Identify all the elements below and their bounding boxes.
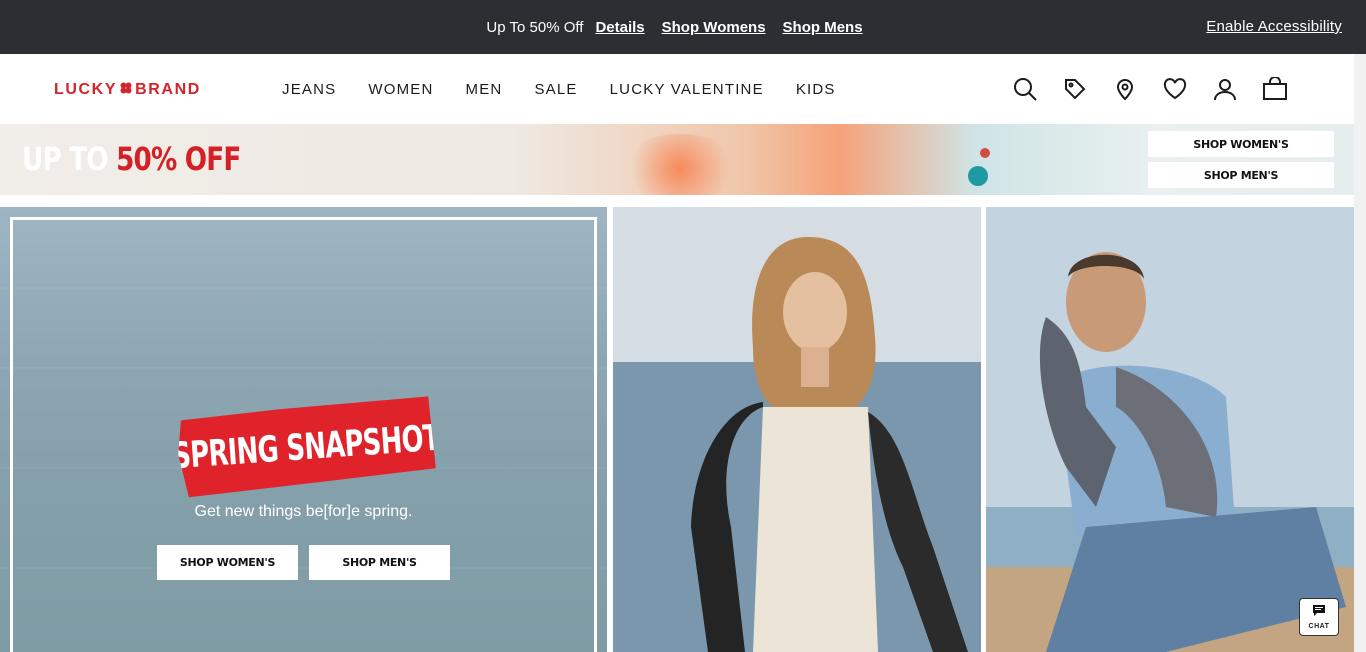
- announcement-bar: Up To 50% Off Details Shop Womens Shop M…: [0, 0, 1366, 54]
- tag-icon[interactable]: [1050, 74, 1100, 104]
- hero-tagline: Get new things be[for]e spring.: [194, 503, 413, 520]
- site-header: LUCKY BRAND JEANS WOMEN MEN SALE LUCKY V…: [0, 54, 1354, 124]
- shopping-bag-icon[interactable]: [1250, 74, 1300, 104]
- enable-accessibility-link[interactable]: Enable Accessibility: [1206, 18, 1342, 35]
- banner-headline-white: UP TO: [22, 140, 117, 178]
- woman-model-image: [613, 207, 981, 652]
- hero-womens-photo[interactable]: [613, 207, 981, 652]
- banner-shop-mens-button[interactable]: SHOP MEN'S: [1148, 162, 1334, 188]
- promo-banner[interactable]: UP TO 50% OFF SHOP WOMEN'S SHOP MEN'S: [0, 124, 1354, 195]
- search-icon[interactable]: [1000, 74, 1050, 104]
- logo-word-brand: BRAND: [135, 81, 201, 98]
- banner-paint-dot: [980, 148, 990, 158]
- shop-mens-link[interactable]: Shop Mens: [783, 19, 863, 36]
- banner-headline: UP TO 50% OFF: [22, 140, 241, 178]
- clover-icon: [119, 81, 133, 100]
- chat-bubble-icon: [1312, 604, 1326, 622]
- chat-label: CHAT: [1308, 623, 1330, 630]
- chat-button[interactable]: CHAT: [1299, 598, 1339, 636]
- hero-spring-snapshot: SPRING SNAPSHOT Get new things be[for]e …: [0, 207, 607, 652]
- location-pin-icon[interactable]: [1100, 74, 1150, 104]
- shop-womens-link[interactable]: Shop Womens: [662, 19, 766, 36]
- nav-lucky-valentine[interactable]: LUCKY VALENTINE: [610, 81, 764, 98]
- banner-paint-splash: [620, 134, 740, 195]
- announcement-text: Up To 50% Off: [486, 18, 584, 36]
- page-scrollbar[interactable]: [1354, 54, 1366, 652]
- nav-kids[interactable]: KIDS: [796, 81, 836, 98]
- main-nav: JEANS WOMEN MEN SALE LUCKY VALENTINE KID…: [282, 54, 868, 124]
- logo-word-lucky: LUCKY: [54, 81, 118, 98]
- nav-jeans[interactable]: JEANS: [282, 81, 336, 98]
- account-icon[interactable]: [1200, 74, 1250, 104]
- banner-headline-red: 50% OFF: [116, 140, 241, 178]
- man-model-image: [986, 207, 1354, 652]
- banner-paint-dot: [968, 166, 988, 186]
- hero-mens-photo[interactable]: [986, 207, 1354, 652]
- lucky-brand-logo[interactable]: LUCKY BRAND: [54, 80, 201, 100]
- nav-men[interactable]: MEN: [466, 81, 503, 98]
- hero-shop-mens-button[interactable]: SHOP MEN'S: [309, 545, 450, 580]
- nav-women[interactable]: WOMEN: [368, 81, 433, 98]
- announcement-content: Up To 50% Off Details Shop Womens Shop M…: [0, 0, 1366, 54]
- heart-icon[interactable]: [1150, 74, 1200, 104]
- banner-shop-womens-button[interactable]: SHOP WOMEN'S: [1148, 131, 1334, 157]
- stamp-text: SPRING SNAPSHOT: [170, 417, 442, 477]
- nav-sale[interactable]: SALE: [534, 81, 577, 98]
- hero-shop-womens-button[interactable]: SHOP WOMEN'S: [157, 545, 298, 580]
- details-link[interactable]: Details: [595, 19, 644, 36]
- header-icons: [1000, 74, 1300, 104]
